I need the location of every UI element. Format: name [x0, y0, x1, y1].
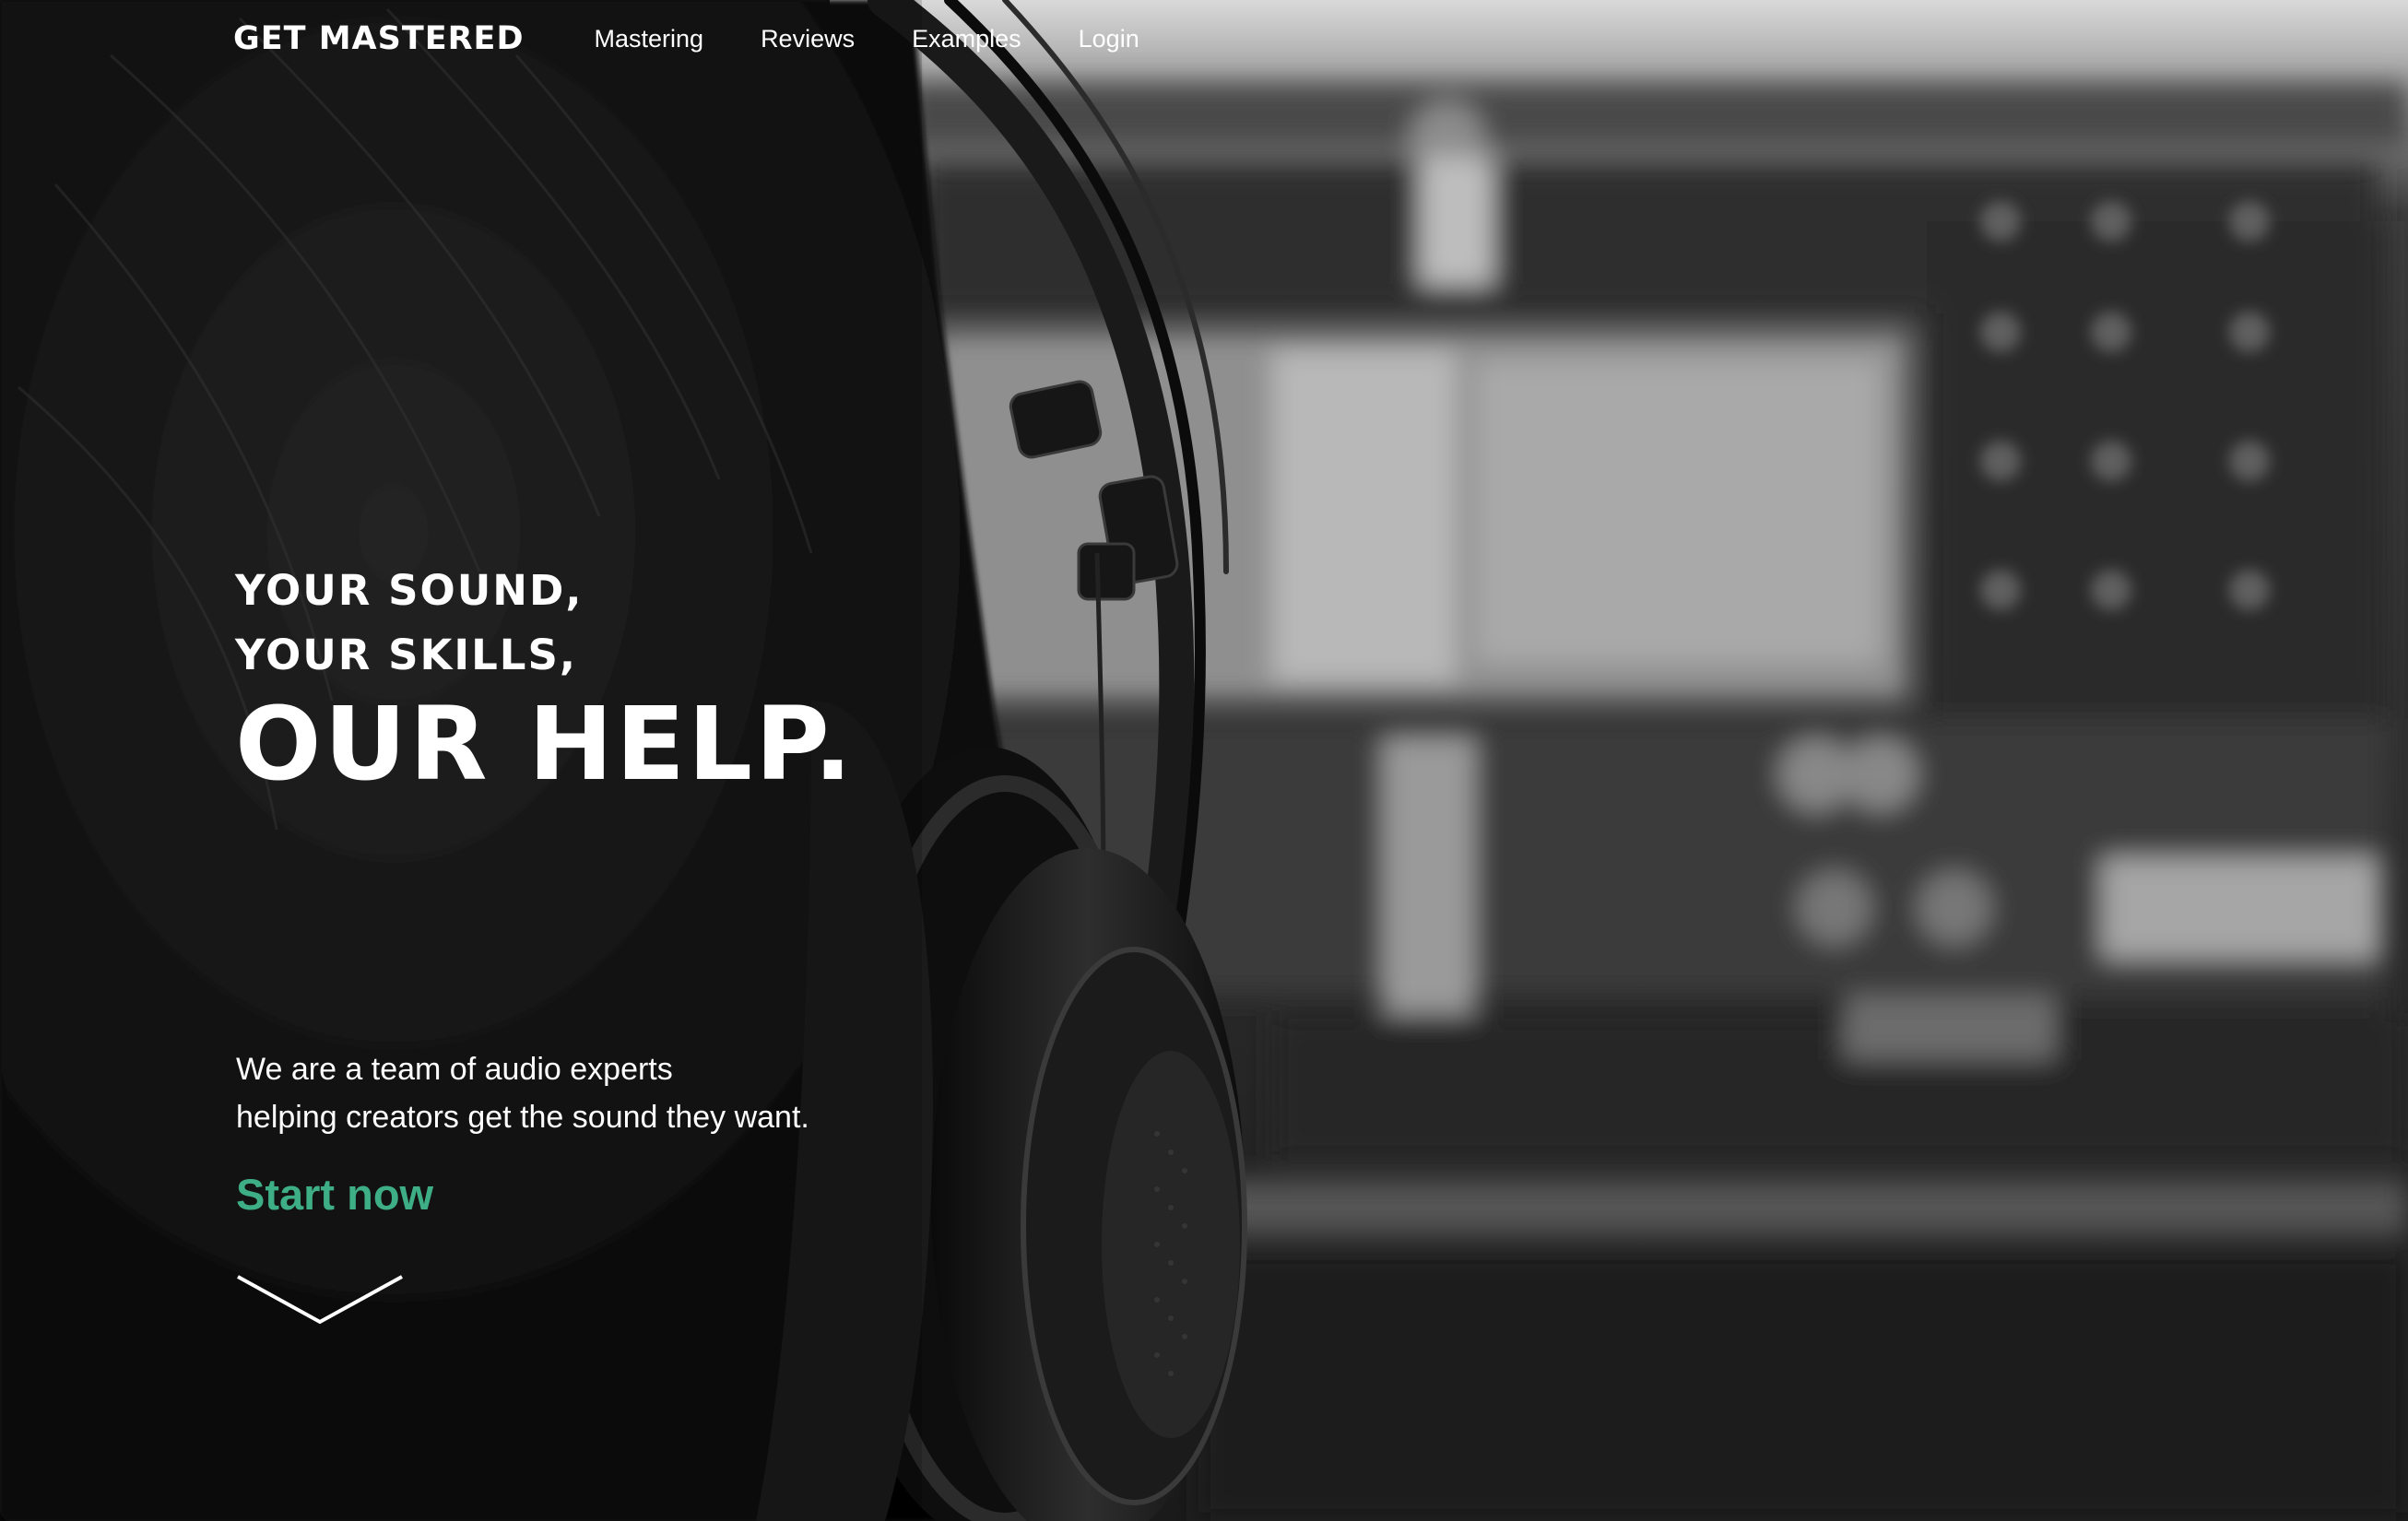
start-now-link[interactable]: Start now: [236, 1169, 433, 1220]
brand-logo[interactable]: GET MASTERED: [233, 20, 525, 57]
headline-line-2: YOUR SKILLS,: [235, 631, 577, 679]
chevron-down-icon[interactable]: [236, 1274, 404, 1326]
nav-link-reviews[interactable]: Reviews: [761, 25, 855, 53]
nav-link-examples[interactable]: Examples: [912, 25, 1021, 53]
hero-headline: YOUR SOUND, YOUR SKILLS, OUR HELP.: [235, 559, 855, 804]
headline-line-1: YOUR SOUND,: [235, 566, 584, 615]
top-nav: GET MASTERED Mastering Reviews Examples …: [233, 17, 1197, 61]
hero-description: We are a team of audio experts helping c…: [236, 1045, 809, 1141]
nav-link-login[interactable]: Login: [1079, 25, 1139, 53]
nav-link-mastering[interactable]: Mastering: [595, 25, 704, 53]
description-line-1: We are a team of audio experts: [236, 1052, 673, 1087]
headline-big: OUR HELP.: [235, 685, 856, 803]
description-line-2: helping creators get the sound they want…: [236, 1100, 809, 1135]
